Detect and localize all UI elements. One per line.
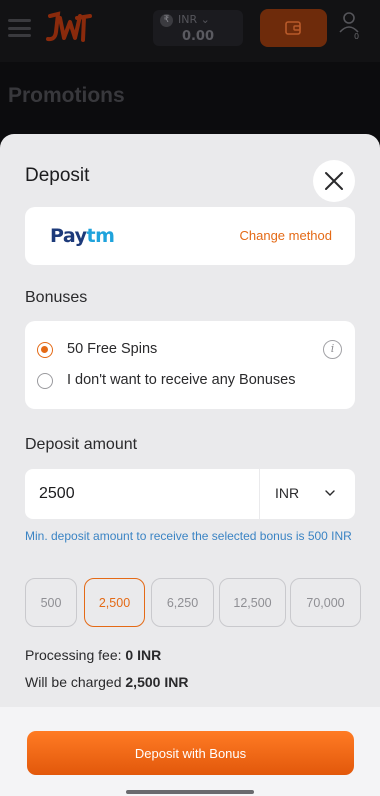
bonus-min-hint: Min. deposit amount to receive the selec… (25, 529, 352, 543)
payment-method-card: Paytm Change method (25, 207, 355, 265)
amount-input[interactable] (25, 469, 259, 519)
brand-logo[interactable] (44, 8, 94, 48)
balance-currency: INR ⌄ (178, 13, 210, 26)
deposit-with-bonus-button[interactable]: Deposit with Bonus (27, 731, 354, 775)
balance-amount: 0.00 (181, 29, 215, 44)
chevron-down-icon (325, 490, 335, 496)
bonus-option-free-spins[interactable]: 50 Free Spins i (37, 340, 342, 360)
processing-fee-value: 0 INR (125, 647, 162, 663)
amount-row: INR (25, 469, 355, 519)
close-icon (325, 172, 343, 190)
deposit-amount-label: Deposit amount (25, 436, 138, 453)
paytm-logo: Paytm (50, 225, 115, 247)
bonus-option-label: 50 Free Spins (67, 341, 158, 357)
rupee-icon: ₹ (160, 14, 173, 27)
top-bar: ₹ INR ⌄ 0.00 0 (0, 0, 380, 62)
home-indicator (126, 790, 254, 794)
radio-selected[interactable] (37, 342, 53, 358)
wallet-icon (285, 21, 301, 35)
wallet-button[interactable] (260, 9, 327, 47)
profile-button[interactable]: 0 (337, 10, 369, 46)
quick-amount-6250[interactable]: 6,250 (151, 578, 214, 627)
quick-amount-500[interactable]: 500 (25, 578, 77, 627)
bonus-option-label: I don't want to receive any Bonuses (67, 372, 296, 388)
bonus-options-card: 50 Free Spins i I don't want to receive … (25, 321, 355, 409)
notification-count: 0 (354, 32, 360, 41)
balance-widget[interactable]: ₹ INR ⌄ 0.00 (153, 10, 243, 46)
charged-amount-value: 2,500 INR (125, 674, 189, 690)
sheet-footer: Deposit with Bonus (0, 707, 380, 796)
charged-amount: Will be charged 2,500 INR (25, 674, 189, 690)
hamburger-icon[interactable] (8, 19, 31, 37)
sheet-title: Deposit (25, 165, 90, 186)
radio-unselected[interactable] (37, 373, 53, 389)
change-method-link[interactable]: Change method (239, 228, 332, 243)
currency-value: INR (275, 485, 300, 501)
bonuses-label: Bonuses (25, 289, 88, 306)
quick-amount-2500[interactable]: 2,500 (84, 578, 145, 627)
close-button[interactable] (313, 160, 355, 202)
deposit-sheet: Deposit Paytm Change method Bonuses 50 F… (0, 134, 380, 796)
info-icon[interactable]: i (323, 340, 342, 359)
quick-amount-12500[interactable]: 12,500 (219, 578, 286, 627)
page-title: Promotions (8, 84, 125, 107)
currency-select[interactable]: INR (260, 469, 355, 519)
bonus-option-none[interactable]: I don't want to receive any Bonuses (37, 371, 342, 391)
processing-fee: Processing fee: 0 INR (25, 647, 162, 663)
quick-amount-70000[interactable]: 70,000 (290, 578, 361, 627)
